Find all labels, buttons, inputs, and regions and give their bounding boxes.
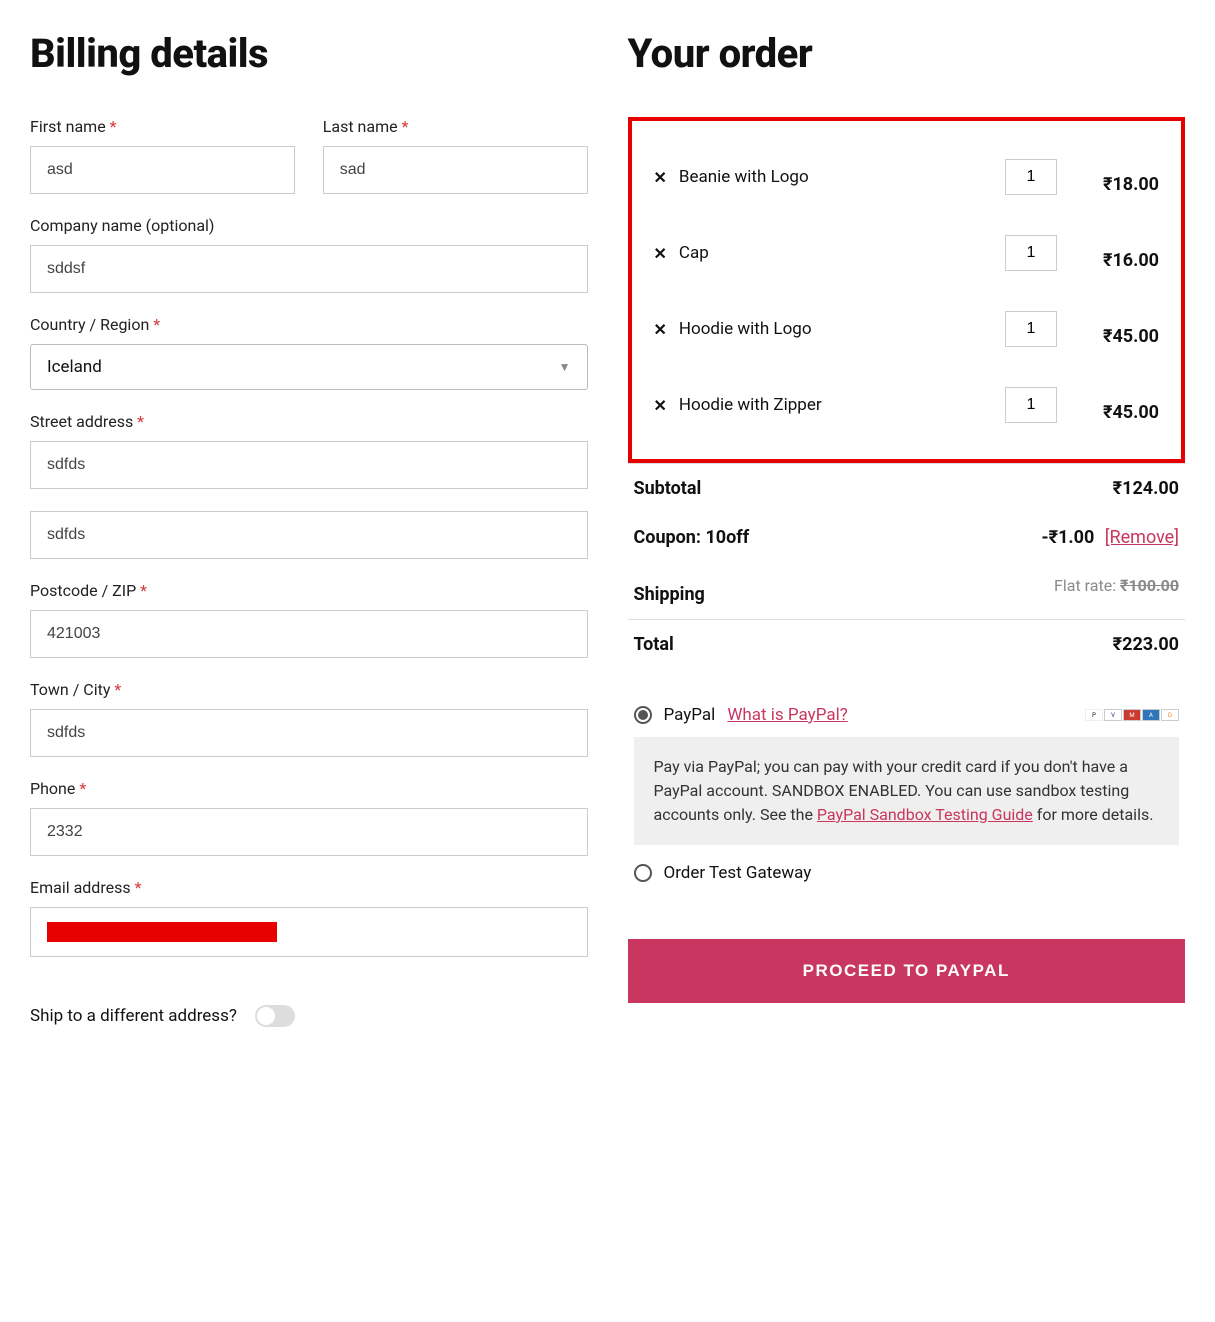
- paypal-description: Pay via PayPal; you can pay with your cr…: [634, 737, 1180, 845]
- item-qty-input[interactable]: [1005, 235, 1057, 271]
- card-icons: P V M A D: [1085, 709, 1179, 721]
- what-is-paypal-link[interactable]: What is PayPal?: [727, 705, 847, 725]
- test-gateway-label: Order Test Gateway: [664, 863, 812, 883]
- ship-different-label: Ship to a different address?: [30, 1006, 237, 1026]
- test-gateway-radio[interactable]: [634, 864, 652, 882]
- country-value: Iceland: [47, 357, 102, 377]
- item-name: Cap: [679, 243, 993, 263]
- street-label: Street address *: [30, 412, 588, 431]
- item-name: Beanie with Logo: [679, 167, 993, 187]
- last-name-label: Last name *: [323, 117, 588, 136]
- company-label: Company name (optional): [30, 216, 588, 235]
- order-title: Your order: [628, 30, 1186, 77]
- postcode-field[interactable]: [30, 610, 588, 658]
- coupon-remove-link[interactable]: [Remove]: [1105, 527, 1179, 548]
- country-select[interactable]: Iceland ▼: [30, 344, 588, 390]
- paypal-icon: P: [1085, 709, 1103, 721]
- visa-icon: V: [1104, 709, 1122, 721]
- mastercard-icon: M: [1123, 709, 1141, 721]
- order-item: ✕ Cap ₹16.00: [654, 235, 1160, 271]
- order-item: ✕ Beanie with Logo ₹18.00: [654, 159, 1160, 195]
- order-item: ✕ Hoodie with Logo ₹45.00: [654, 311, 1160, 347]
- item-price: ₹45.00: [1069, 402, 1159, 423]
- last-name-field[interactable]: [323, 146, 588, 194]
- coupon-label: Coupon: 10off: [634, 527, 750, 548]
- city-label: Town / City *: [30, 680, 588, 699]
- total-label: Total: [634, 634, 674, 655]
- billing-title: Billing details: [30, 30, 588, 77]
- remove-item-icon[interactable]: ✕: [654, 244, 667, 263]
- order-items-box: ✕ Beanie with Logo ₹18.00 ✕ Cap ₹16.00 ✕ Hoodie…: [628, 117, 1186, 463]
- remove-item-icon[interactable]: ✕: [654, 396, 667, 415]
- item-name: Hoodie with Zipper: [679, 395, 993, 415]
- total-value: ₹223.00: [1113, 634, 1179, 655]
- city-field[interactable]: [30, 709, 588, 757]
- item-price: ₹16.00: [1069, 250, 1159, 271]
- item-price: ₹45.00: [1069, 326, 1159, 347]
- item-name: Hoodie with Logo: [679, 319, 993, 339]
- first-name-label: First name *: [30, 117, 295, 136]
- email-field[interactable]: [30, 907, 588, 957]
- remove-item-icon[interactable]: ✕: [654, 320, 667, 339]
- paypal-radio[interactable]: [634, 706, 652, 724]
- subtotal-value: ₹124.00: [1113, 478, 1179, 499]
- item-qty-input[interactable]: [1005, 311, 1057, 347]
- phone-label: Phone *: [30, 779, 588, 798]
- street1-field[interactable]: [30, 441, 588, 489]
- shipping-value: Flat rate: ₹100.00: [1054, 576, 1179, 595]
- postcode-label: Postcode / ZIP *: [30, 581, 588, 600]
- remove-item-icon[interactable]: ✕: [654, 168, 667, 187]
- item-price: ₹18.00: [1069, 174, 1159, 195]
- proceed-to-paypal-button[interactable]: PROCEED TO PAYPAL: [628, 939, 1186, 1003]
- discover-icon: D: [1161, 709, 1179, 721]
- coupon-value: -₹1.00: [1042, 527, 1095, 548]
- ship-different-toggle[interactable]: [255, 1005, 295, 1027]
- street2-field[interactable]: [30, 511, 588, 559]
- phone-field[interactable]: [30, 808, 588, 856]
- amex-icon: A: [1142, 709, 1160, 721]
- country-label: Country / Region *: [30, 315, 588, 334]
- paypal-sandbox-guide-link[interactable]: PayPal Sandbox Testing Guide: [817, 805, 1033, 824]
- email-label: Email address *: [30, 878, 588, 897]
- company-field[interactable]: [30, 245, 588, 293]
- first-name-field[interactable]: [30, 146, 295, 194]
- chevron-down-icon: ▼: [559, 360, 571, 374]
- email-redacted: [47, 922, 277, 942]
- paypal-label: PayPal: [664, 705, 716, 725]
- order-item: ✕ Hoodie with Zipper ₹45.00: [654, 387, 1160, 423]
- item-qty-input[interactable]: [1005, 387, 1057, 423]
- shipping-label: Shipping: [634, 576, 705, 605]
- subtotal-label: Subtotal: [634, 478, 702, 499]
- item-qty-input[interactable]: [1005, 159, 1057, 195]
